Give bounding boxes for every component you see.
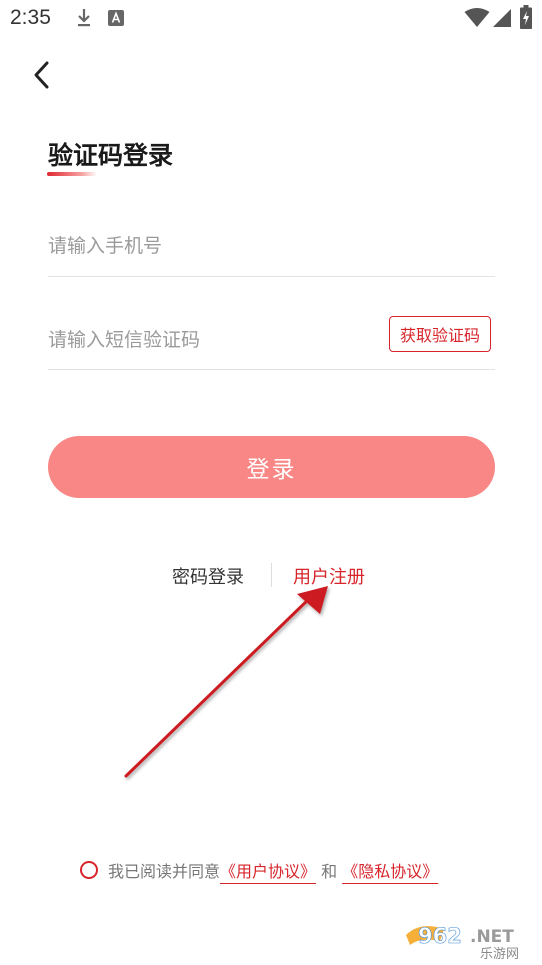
svg-text:.NET: .NET (470, 927, 514, 947)
watermark-logo: 962 .NET 乐游网 (406, 924, 532, 961)
annotation-arrow (124, 586, 328, 778)
svg-text:乐游网: 乐游网 (480, 947, 519, 961)
agreement-text: 我已阅读并同意《用户协议》 和 《隐私协议》 (108, 858, 438, 882)
agreement-and: 和 (321, 862, 338, 881)
privacy-policy-link[interactable]: 《隐私协议》 (342, 862, 438, 881)
svg-text:962: 962 (418, 924, 462, 948)
agreement-radio[interactable] (80, 861, 98, 879)
agreement-prefix: 我已阅读并同意 (108, 862, 221, 881)
user-agreement-link[interactable]: 《用户协议》 (220, 862, 316, 881)
